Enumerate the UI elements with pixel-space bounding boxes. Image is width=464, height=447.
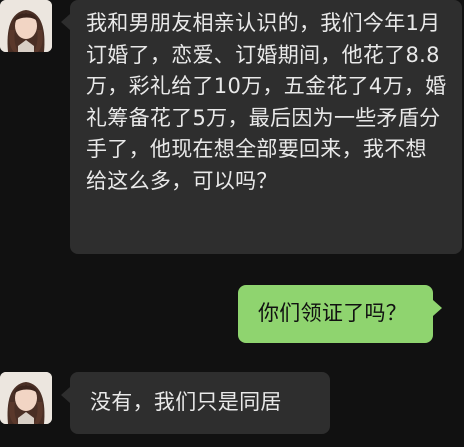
message-bubble-outgoing[interactable]: 你们领证了吗？ [238,285,433,343]
message-bubble-incoming[interactable]: 没有，我们只是同居 [70,372,330,434]
girl-avatar-icon [0,372,52,424]
avatar[interactable] [0,0,52,52]
bubble-tail [61,387,70,403]
girl-avatar-icon [0,0,52,52]
bubble-tail [433,300,442,316]
message-text: 我和男朋友相亲认识的，我们今年1月订婚了，恋爱、订婚期间，他花了8.8万，彩礼给… [86,11,447,193]
avatar[interactable] [0,372,52,424]
message-bubble-incoming[interactable]: 我和男朋友相亲认识的，我们今年1月订婚了，恋爱、订婚期间，他花了8.8万，彩礼给… [70,0,462,254]
message-text: 没有，我们只是同居 [90,390,282,414]
message-text: 你们领证了吗？ [258,301,408,325]
bubble-tail [61,14,70,30]
